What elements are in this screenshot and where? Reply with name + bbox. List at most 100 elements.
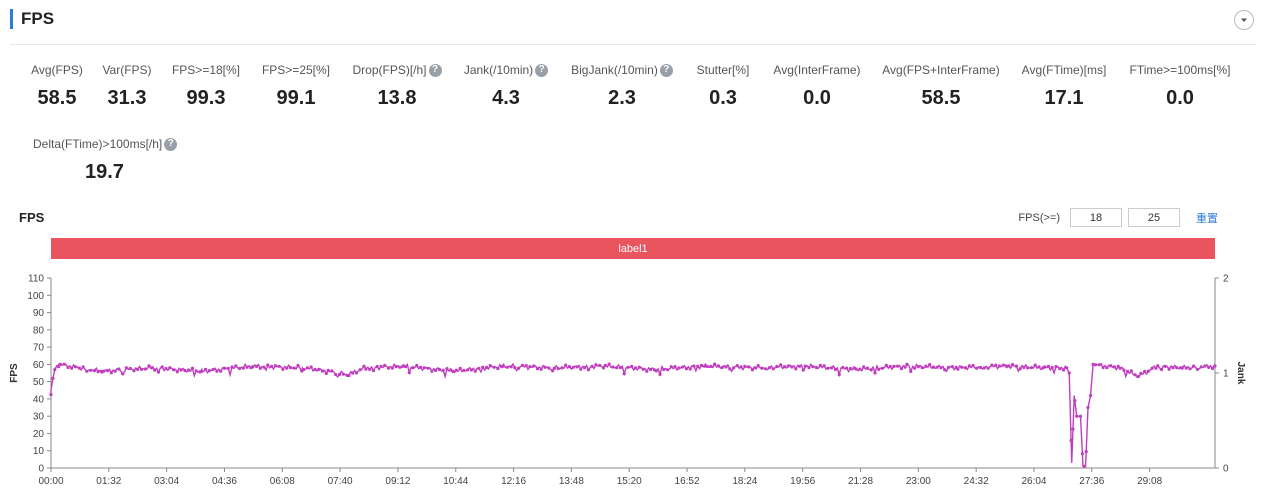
fps-data-point: [771, 367, 775, 371]
fps-data-point: [51, 376, 55, 380]
fps-data-point: [451, 369, 455, 373]
fps-data-point: [807, 366, 811, 370]
fps-data-point: [677, 366, 681, 370]
fps-data-point: [492, 365, 496, 369]
fps-data-point: [586, 368, 591, 372]
fps-data-point: [845, 366, 849, 370]
chart-title: FPS: [19, 210, 45, 225]
fps-data-point: [520, 363, 525, 367]
fps-data-point: [458, 366, 462, 370]
x-tick-label: 07:40: [328, 476, 353, 487]
fps-data-point: [818, 363, 822, 367]
fps-data-point: [618, 366, 623, 370]
fps-data-point: [939, 366, 943, 370]
fps-data-point: [226, 366, 230, 370]
fps-data-point: [326, 368, 330, 372]
fps-data-point: [200, 369, 204, 373]
fps-data-point: [1207, 365, 1211, 369]
fps-data-point: [615, 366, 619, 370]
fps-data-point: [790, 365, 794, 369]
fps-data-point: [539, 367, 543, 371]
fps-data-point: [556, 367, 560, 371]
fps-data-point: [986, 366, 990, 370]
fps-data-point: [1018, 367, 1022, 371]
fps-data-point: [364, 367, 368, 371]
fps-threshold-low-input[interactable]: [1070, 208, 1122, 227]
fps-data-point: [292, 366, 296, 370]
x-tick-label: 09:12: [385, 476, 410, 487]
fps-threshold-high-input[interactable]: [1128, 208, 1180, 227]
fps-data-point: [782, 365, 787, 369]
fps-data-point: [368, 367, 372, 371]
reset-button[interactable]: 重置: [1196, 210, 1218, 226]
y-tick-label: 40: [33, 394, 45, 405]
fps-data-point: [994, 363, 998, 367]
fps-data-point: [1089, 393, 1093, 398]
fps-data-point: [971, 363, 975, 368]
fps-data-point: [732, 366, 736, 370]
fps-data-point: [997, 364, 1002, 368]
x-tick-label: 16:52: [675, 476, 700, 487]
fps-data-point: [564, 363, 568, 367]
y-tick-label: 80: [33, 325, 45, 336]
metric-label-text: Avg(InterFrame): [773, 63, 861, 77]
fps-data-point: [779, 363, 783, 367]
fps-data-point: [590, 364, 594, 368]
fps-data-point: [222, 366, 227, 370]
fps-data-point: [109, 371, 113, 375]
fps-data-point: [160, 365, 164, 369]
fps-data-point: [956, 367, 960, 371]
fps-data-point: [699, 363, 704, 367]
fps-data-point: [419, 365, 423, 369]
metric-label-text: Jank(/10min): [463, 63, 534, 77]
fps-data-point: [426, 366, 430, 370]
fps-data-point: [81, 365, 85, 369]
fps-data-point: [241, 366, 245, 370]
fps-data-point: [528, 365, 532, 369]
metric-label-text: FTime>=100ms[%]: [1129, 63, 1231, 77]
fps-data-point: [888, 364, 892, 369]
fps-data-point: [153, 368, 157, 372]
fps-data-point: [1082, 464, 1086, 468]
help-icon[interactable]: ?: [164, 137, 178, 151]
y-tick-label: 100: [27, 291, 44, 302]
fps-data-point: [896, 364, 900, 368]
fps-data-point: [1143, 369, 1147, 373]
fps-data-point: [873, 371, 877, 375]
fps-line-chart[interactable]: 0 10 20 30 40 50 60 70 80 90 100 110 0 1 2 00:00 01:32 03…: [0, 262, 1268, 491]
fps-data-point: [66, 365, 70, 370]
fps-data-point: [1126, 369, 1130, 373]
fps-data-point: [532, 364, 536, 368]
fps-data-point: [1133, 373, 1137, 377]
fps-data-point: [946, 365, 951, 369]
fps-data-point: [172, 368, 176, 372]
fps-data-point: [313, 367, 317, 371]
fps-data-point: [967, 364, 971, 368]
fps-data-point: [53, 367, 57, 372]
label-band[interactable]: label1: [51, 238, 1215, 259]
fps-data-point: [1080, 452, 1084, 456]
fps-data-point: [552, 366, 557, 370]
x-tick-label: 10:44: [443, 476, 468, 487]
fps-data-point: [190, 366, 194, 370]
fps-data-point: [403, 365, 408, 369]
fps-data-point: [296, 363, 300, 368]
fps-data-point: [477, 366, 481, 370]
section-accent-bar: [10, 9, 13, 29]
fps-data-point: [270, 364, 274, 368]
fps-data-point: [598, 363, 602, 367]
x-tick-label: 00:00: [38, 476, 63, 487]
fps-data-point: [535, 367, 540, 371]
fps-data-point: [1129, 369, 1133, 373]
fps-data-point: [324, 371, 328, 376]
fps-data-point: [454, 368, 458, 372]
fps-data-point: [73, 365, 78, 369]
fps-data-point: [743, 364, 747, 368]
fps-data-point: [462, 368, 466, 372]
y-tick-label: 30: [33, 412, 45, 423]
collapse-button[interactable]: [1234, 10, 1254, 30]
fps-data-point: [121, 372, 125, 376]
fps-data-point: [811, 365, 815, 369]
fps-data-point: [398, 365, 402, 369]
help-icon[interactable]: ?: [535, 63, 549, 77]
